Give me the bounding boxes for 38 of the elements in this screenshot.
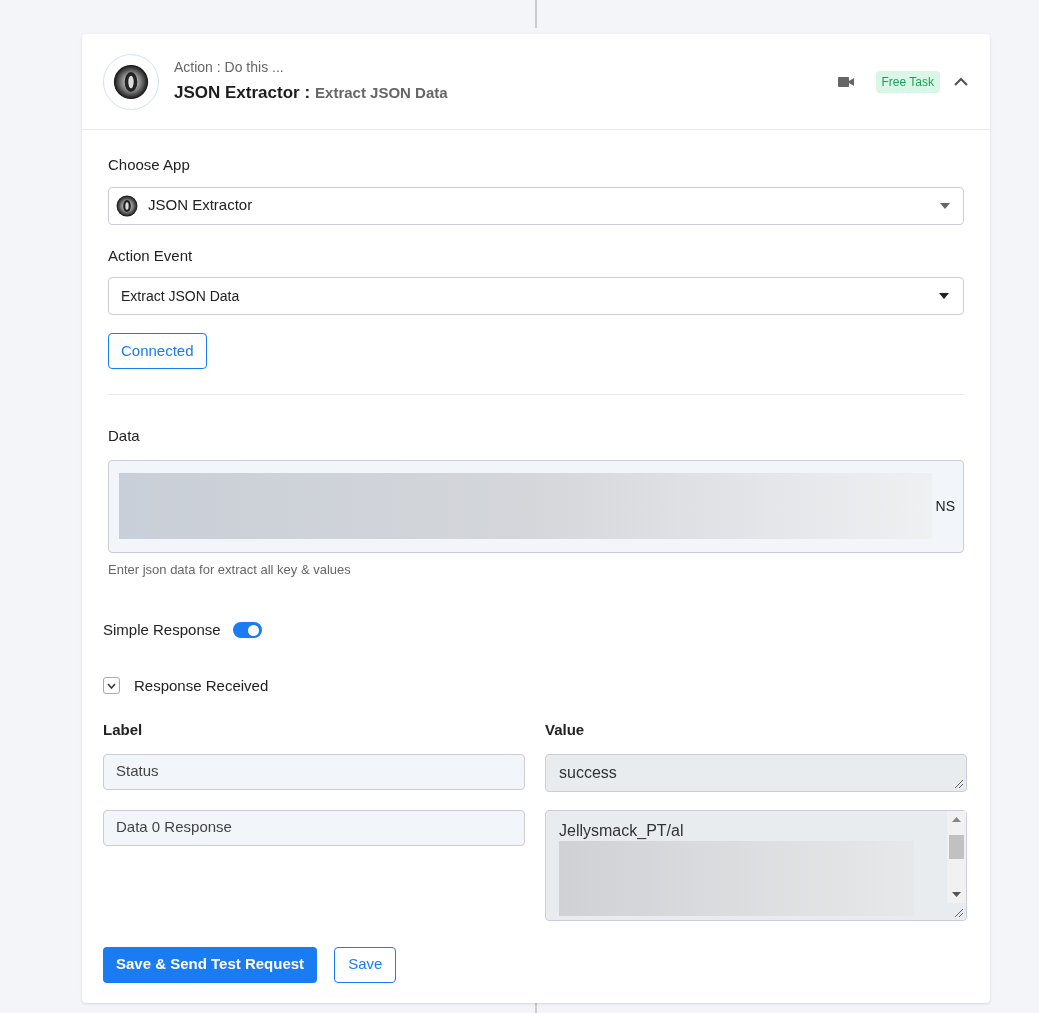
field-hint: Enter json data for extract all key & values <box>108 560 351 579</box>
field-label: Choose App <box>108 155 190 175</box>
resize-handle-icon[interactable] <box>954 778 963 788</box>
save-and-test-button[interactable]: Save & Send Test Request <box>103 946 318 983</box>
simple-response-switch[interactable] <box>232 622 262 639</box>
resize-handle-icon[interactable] <box>954 907 963 917</box>
video-camera-icon[interactable] <box>837 75 854 88</box>
scroll-up-arrow-icon[interactable] <box>952 816 961 822</box>
data-input-field[interactable]: NS <box>108 459 964 553</box>
value-field[interactable]: success <box>545 753 967 792</box>
value-field[interactable]: Jellysmack_PT/al <box>545 809 967 921</box>
column-header: Label <box>103 720 143 740</box>
scroll-down-arrow-icon[interactable] <box>952 891 961 897</box>
save-button[interactable]: Save <box>334 946 397 983</box>
event-name: Extract JSON Data <box>315 83 448 104</box>
chevron-up-icon[interactable] <box>953 76 969 87</box>
free-task-badge: Free Task <box>875 70 940 93</box>
app-logo-icon <box>113 63 149 100</box>
choose-app-dropdown[interactable]: JSON Extractor <box>108 186 964 225</box>
scrollbar[interactable] <box>947 810 966 903</box>
connected-button[interactable]: Connected <box>108 333 207 369</box>
caret-icon <box>939 293 949 299</box>
toggle-label: Simple Response <box>103 620 221 640</box>
app-logo-icon <box>116 194 138 217</box>
column-header: Value <box>545 720 585 740</box>
data-text-fragment: NS <box>935 496 955 516</box>
action-subtitle: Action : Do this ... <box>174 58 285 78</box>
collapse-toggle[interactable] <box>103 677 120 695</box>
label-field[interactable]: Data 0 Response <box>103 809 525 846</box>
label-field[interactable]: Status <box>103 753 525 790</box>
field-label: Data <box>108 426 140 446</box>
caret-icon <box>940 202 950 209</box>
section-title: Response Received <box>134 675 269 696</box>
scrollbar-thumb[interactable] <box>949 834 964 859</box>
field-label: Action Event <box>108 245 193 266</box>
chevron-icon <box>107 682 116 689</box>
action-event-dropdown[interactable]: Extract JSON Data <box>108 277 964 315</box>
app-name: JSON Extractor : <box>174 82 311 105</box>
